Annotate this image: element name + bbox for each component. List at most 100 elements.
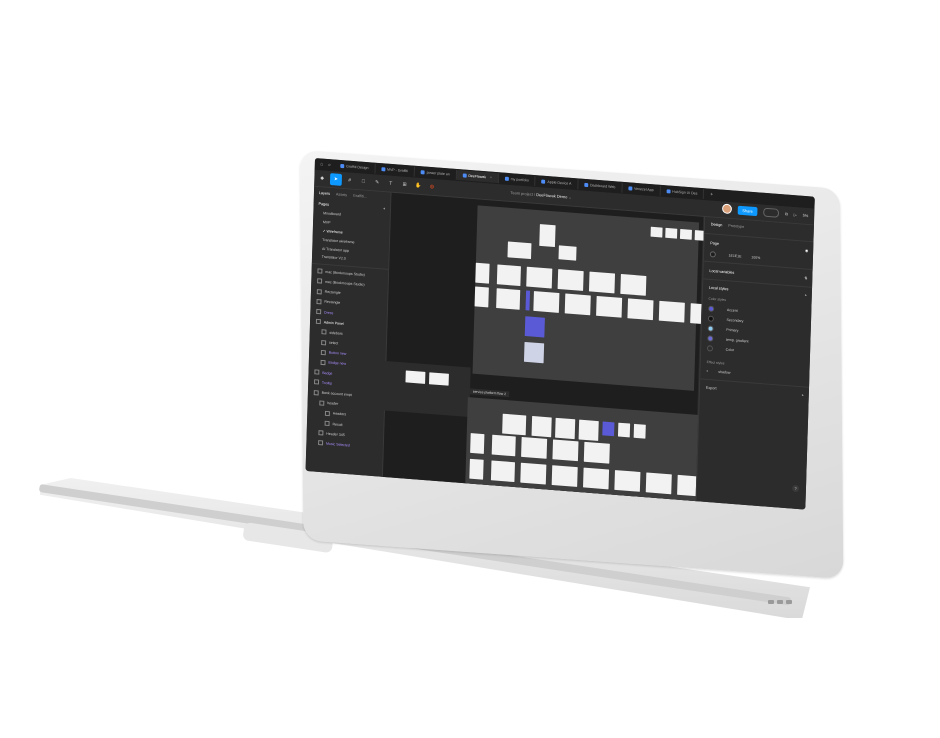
- pen-tool-icon[interactable]: ✎: [371, 176, 383, 189]
- figma-file-icon: [541, 179, 546, 184]
- wireframe-thumbnail[interactable]: [551, 465, 578, 487]
- help-button[interactable]: ?: [792, 484, 800, 493]
- wireframe-thumbnail[interactable]: [557, 269, 584, 291]
- layer-item-label: mac (Bookmoups Studio): [324, 279, 365, 287]
- wireframe-thumbnail[interactable]: [496, 288, 521, 310]
- wireframe-thumbnail[interactable]: [525, 290, 531, 311]
- sliders-icon[interactable]: ⇅: [804, 275, 807, 280]
- layer-item-label: Headers: [332, 411, 347, 417]
- frame-tool-icon[interactable]: #: [344, 174, 356, 187]
- wireframe-thumbnail[interactable]: [555, 417, 576, 440]
- wireframe-thumbnail[interactable]: [405, 370, 426, 384]
- wireframe-thumbnail[interactable]: [620, 274, 647, 296]
- wireframe-thumbnail[interactable]: [531, 415, 552, 438]
- wireframe-thumbnail[interactable]: [602, 421, 615, 437]
- move-tool-icon[interactable]: ➤: [329, 173, 343, 186]
- wireframe-thumbnail[interactable]: [526, 266, 553, 289]
- home-icon[interactable]: ⌂: [319, 161, 325, 167]
- wireframe-thumbnail[interactable]: [520, 462, 547, 485]
- resources-icon[interactable]: ⊞: [399, 178, 411, 191]
- wireframe-thumbnail[interactable]: [578, 419, 599, 441]
- wireframe-thumbnail[interactable]: [507, 241, 532, 260]
- wireframe-thumbnail[interactable]: [470, 433, 485, 454]
- wireframe-thumbnail[interactable]: [596, 295, 623, 318]
- wireframe-thumbnail[interactable]: [617, 422, 631, 438]
- layer-item-label: Badge: [322, 370, 333, 376]
- zoom-level[interactable]: 5%: [803, 212, 809, 217]
- layer-item-label: Dress: [324, 310, 334, 315]
- comment-icon[interactable]: ◍: [426, 181, 438, 194]
- figma-screen: ⌂ ⌕ Graffiti Design MVP - Graffiti power p…: [305, 158, 815, 510]
- breadcrumb-file[interactable]: DeeFlawak Demo: [536, 192, 567, 199]
- frame-icon: [320, 359, 326, 366]
- wireframe-thumbnail[interactable]: [521, 436, 548, 459]
- wireframe-thumbnail[interactable]: [564, 293, 591, 316]
- wireframe-thumbnail[interactable]: [474, 286, 489, 308]
- wireframe-thumbnail[interactable]: [679, 228, 692, 240]
- page-color-swatch[interactable]: [709, 251, 716, 258]
- wireframe-thumbnail[interactable]: [614, 470, 641, 492]
- frame-icon: [324, 420, 330, 427]
- text-tool-icon[interactable]: T: [385, 177, 397, 190]
- wireframe-thumbnail[interactable]: [533, 291, 560, 313]
- share-button[interactable]: Share: [737, 205, 758, 216]
- left-panel-tab[interactable]: Layers: [319, 191, 330, 196]
- left-panel-tab[interactable]: Assets: [336, 192, 347, 197]
- breadcrumb: Team project / DeeFlawak Demo ⌄: [510, 190, 571, 200]
- wireframe-thumbnail[interactable]: [650, 226, 663, 238]
- wireframe-thumbnail[interactable]: [558, 245, 577, 261]
- wireframe-thumbnail[interactable]: [583, 441, 610, 464]
- chevron-down-icon[interactable]: ⌄: [568, 195, 571, 200]
- wireframe-thumbnail[interactable]: [645, 472, 672, 495]
- page-color-value[interactable]: 1E1E1E: [728, 254, 741, 259]
- hand-tool-icon[interactable]: ✋: [412, 179, 424, 192]
- wireframe-thumbnail[interactable]: [491, 434, 516, 457]
- layer-item-label: Header 345: [326, 431, 345, 437]
- library-icon[interactable]: ⧉: [785, 211, 788, 216]
- wireframe-thumbnail[interactable]: [502, 413, 527, 436]
- wireframe-thumbnail[interactable]: [524, 316, 545, 338]
- wireframe-thumbnail[interactable]: [490, 460, 516, 483]
- dev-mode-toggle[interactable]: [763, 207, 780, 218]
- wireframe-thumbnail[interactable]: [475, 262, 490, 284]
- page-opacity-value[interactable]: 100%: [751, 255, 760, 260]
- shape-tool-icon[interactable]: □: [357, 175, 369, 188]
- wireframe-thumbnail[interactable]: [552, 439, 579, 462]
- wireframe-thumbnail[interactable]: [496, 264, 521, 287]
- design-canvas[interactable]: service platform flow 2: [381, 192, 717, 505]
- wireframe-thumbnail[interactable]: [633, 423, 646, 439]
- search-icon[interactable]: ⌕: [326, 162, 332, 168]
- color-style-label: Accent: [726, 308, 738, 313]
- wireframe-thumbnail[interactable]: [665, 227, 678, 239]
- color-style-label: temp. gradient: [725, 337, 749, 344]
- frame-icon: [317, 278, 323, 285]
- present-icon[interactable]: ▷: [794, 212, 797, 217]
- wireframe-thumbnail[interactable]: [469, 458, 484, 480]
- wireframe-thumbnail[interactable]: [627, 298, 654, 321]
- wireframe-thumbnail[interactable]: [523, 341, 545, 364]
- color-swatch: [707, 325, 714, 332]
- local-variables-title[interactable]: Local variables: [709, 268, 734, 274]
- wireframe-thumbnail[interactable]: [583, 467, 610, 490]
- add-page-icon[interactable]: +: [383, 207, 385, 211]
- artboard-left-strip[interactable]: [381, 360, 471, 418]
- new-tab-button[interactable]: +: [706, 191, 717, 198]
- add-export-icon[interactable]: +: [802, 393, 804, 397]
- frame-icon: [318, 430, 324, 436]
- right-panel-tab[interactable]: Prototype: [728, 224, 744, 229]
- close-icon[interactable]: ×: [490, 176, 492, 180]
- breadcrumb-team[interactable]: Team project: [510, 190, 533, 197]
- figma-menu-icon[interactable]: ◆: [316, 172, 328, 185]
- file-tab-label: Dashboard Web: [589, 183, 616, 190]
- eye-icon[interactable]: ◉: [805, 248, 808, 253]
- avatar[interactable]: [721, 203, 732, 215]
- left-panel-tab[interactable]: Graffiti...: [353, 194, 367, 199]
- wireframe-thumbnail[interactable]: [428, 372, 449, 386]
- wireframe-thumbnail[interactable]: [588, 271, 616, 294]
- right-panel-tab[interactable]: Design: [711, 222, 723, 227]
- layer-item-label: Rectangle: [324, 289, 341, 296]
- wireframe-thumbnail[interactable]: [539, 224, 556, 248]
- flow-label[interactable]: service platform flow 2: [469, 388, 510, 398]
- add-style-icon[interactable]: +: [805, 293, 807, 297]
- wireframe-thumbnail[interactable]: [658, 300, 685, 323]
